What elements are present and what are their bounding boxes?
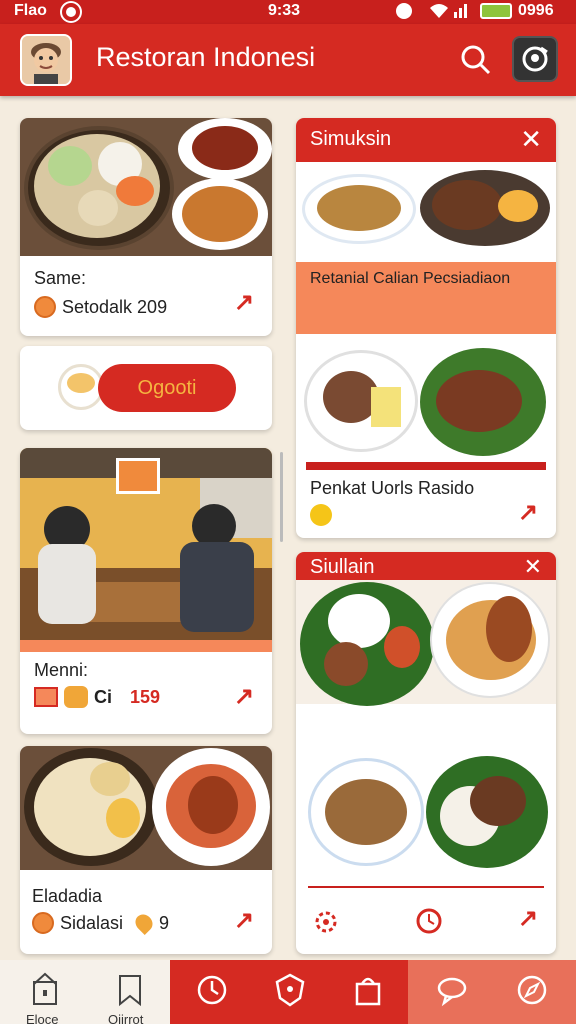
- calendar-icon: [34, 687, 58, 707]
- nav-section-light: Eloce Oiirrot: [0, 960, 170, 1024]
- clock-icon[interactable]: [192, 970, 232, 1010]
- dish-image: [420, 170, 550, 246]
- menu-panel-1: Simuksin ✕ Retanial Calian Pecsiadiaon P…: [296, 118, 556, 538]
- share-arrow-icon[interactable]: ↗: [518, 498, 538, 527]
- bookmark-icon[interactable]: [110, 970, 150, 1010]
- card-title: Eladadia: [32, 886, 103, 906]
- card-title: Same:: [34, 268, 87, 288]
- compass-icon[interactable]: [512, 970, 552, 1010]
- battery-text: 0996: [518, 2, 554, 19]
- accent-stripe: [20, 640, 272, 652]
- dish-image: [300, 582, 434, 706]
- app-bar: Restoran Indonesi: [0, 24, 576, 96]
- order-card: Ogooti: [20, 346, 272, 430]
- panel-title: Siullain: [310, 556, 375, 578]
- bottom-nav: Eloce Oiirrot: [0, 960, 576, 1024]
- card-detail: Setodalk 209: [62, 296, 168, 317]
- coin-icon: [34, 296, 56, 318]
- heart-icon: [132, 910, 157, 936]
- coin-icon: [32, 912, 54, 934]
- status-bar: Flao 9:33 0996: [0, 0, 576, 24]
- wifi-icon: [428, 2, 470, 25]
- notification-icon: [62, 3, 80, 21]
- food-photo: [20, 118, 272, 256]
- divider: [308, 886, 544, 888]
- panel-caption: Penkat Uorls Rasido: [310, 478, 475, 498]
- panel-subtitle: Retanial Calian Pecsiadiaon: [310, 270, 511, 287]
- home-icon[interactable]: [26, 970, 66, 1010]
- dish-image: [302, 174, 416, 244]
- food-card-1[interactable]: Same: Setodalk 209 ↗: [20, 118, 272, 336]
- dish-image: [420, 348, 546, 456]
- share-arrow-icon[interactable]: ↗: [234, 906, 254, 935]
- panel-header: Siullain ✕: [296, 552, 556, 580]
- battery-icon: [480, 3, 512, 19]
- lemon-icon: [310, 504, 332, 526]
- close-icon[interactable]: ✕: [520, 124, 542, 155]
- alarm-icon: [396, 3, 412, 19]
- menu-panel-2: Siullain ✕ ↗: [296, 552, 556, 954]
- dish-image: [308, 758, 424, 866]
- user-settings-icon: [522, 46, 548, 72]
- avatar[interactable]: [20, 34, 72, 86]
- cup-icon: [64, 686, 88, 708]
- nav-label-home: Eloce: [26, 1012, 59, 1024]
- app-title: Restoran Indonesi: [96, 42, 316, 72]
- shield-icon[interactable]: [270, 970, 310, 1010]
- card-detail-a: Ci: [94, 686, 112, 707]
- nav-label-saved: Oiirrot: [108, 1012, 144, 1024]
- status-left-text: Flao: [14, 2, 47, 19]
- card-count: 9: [159, 912, 170, 933]
- search-button[interactable]: [456, 40, 496, 80]
- timer-icon[interactable]: [414, 906, 444, 941]
- chat-icon[interactable]: [432, 970, 472, 1010]
- panel-title: Simuksin: [310, 128, 392, 150]
- dish-image: [430, 582, 550, 698]
- divider: [306, 462, 546, 470]
- scrollbar[interactable]: [280, 452, 283, 542]
- search-icon: [461, 45, 491, 75]
- dish-image: [304, 350, 418, 452]
- settings-icon[interactable]: [312, 908, 340, 941]
- nav-section-accent: [408, 960, 576, 1024]
- share-arrow-icon[interactable]: ↗: [518, 904, 538, 933]
- nav-section-primary: [170, 960, 408, 1024]
- card-title: Menni:: [34, 660, 89, 680]
- shopping-bag-icon[interactable]: [348, 970, 388, 1010]
- card-detail: Sidalasi: [60, 912, 124, 933]
- share-arrow-icon[interactable]: ↗: [234, 288, 254, 317]
- subtitle-banner: Retanial Calian Pecsiadiaon: [296, 262, 556, 334]
- food-card-2[interactable]: Eladadia Sidalasi 9 ↗: [20, 746, 272, 954]
- dish-image: [426, 756, 548, 868]
- food-photo: [20, 746, 272, 870]
- status-time: 9:33: [268, 2, 301, 19]
- restaurant-card[interactable]: Menni: Ci 159 ↗: [20, 448, 272, 734]
- panel-header: Simuksin ✕: [296, 118, 556, 162]
- card-detail-b: 159: [130, 686, 161, 707]
- share-arrow-icon[interactable]: ↗: [234, 682, 254, 711]
- order-button[interactable]: Ogooti: [98, 364, 236, 412]
- profile-button[interactable]: [512, 36, 558, 82]
- restaurant-photo: [20, 448, 272, 640]
- close-icon[interactable]: ✕: [524, 554, 542, 580]
